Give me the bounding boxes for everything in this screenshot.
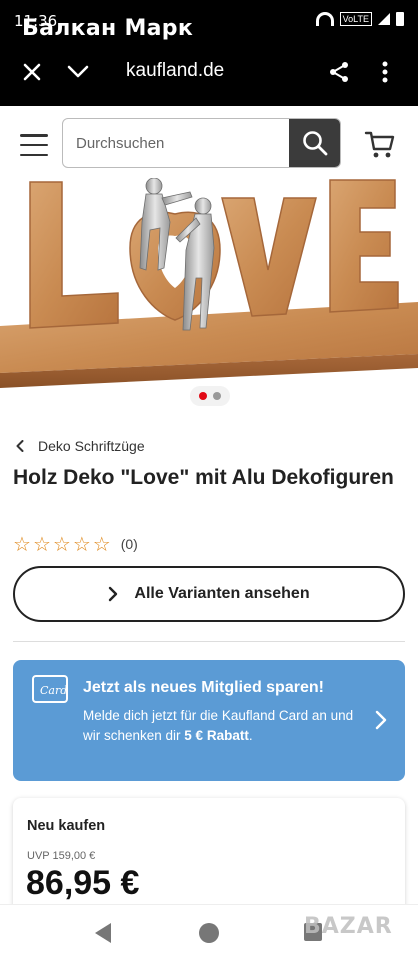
more-options-button[interactable] [371, 58, 399, 86]
url-bar: kaufland.de [0, 48, 418, 96]
menu-icon-line [20, 143, 48, 147]
all-variants-button[interactable]: Alle Varianten ansehen [13, 566, 405, 622]
buy-new-label: Neu kaufen [27, 818, 106, 834]
kaufland-card-icon: Card [32, 675, 68, 703]
close-tab-button[interactable] [18, 58, 46, 86]
app-title: Балкан Марк [22, 16, 194, 41]
rating-count: (0) [120, 536, 138, 552]
nav-home-button[interactable] [199, 923, 219, 943]
product-title: Holz Deko "Love" mit Alu Dekofiguren [13, 466, 394, 489]
gallery-dot[interactable] [213, 392, 221, 400]
product-image [0, 178, 418, 388]
site-header [0, 106, 418, 178]
share-icon [330, 62, 348, 82]
promo-body-end: . [248, 728, 253, 743]
signal-icon [378, 13, 390, 25]
promo-text: Jetzt als neues Mitglied sparen! Melde d… [83, 676, 373, 746]
star-icon: ☆ [32, 532, 51, 556]
cart-icon [364, 131, 395, 158]
menu-button[interactable] [20, 134, 48, 156]
chevron-left-icon [16, 440, 24, 452]
browser-header: 11:36 Балкан Марк VoLTE kaufland.de [0, 0, 418, 106]
uvp-price: UVP 159,00 € [27, 850, 96, 862]
product-details: Deko Schriftzüge Holz Deko "Love" mit Al… [0, 418, 418, 918]
chevron-down-icon [67, 65, 89, 78]
menu-icon-line [20, 153, 48, 156]
product-image-gallery[interactable] [0, 178, 418, 418]
star-icon: ☆ [92, 532, 111, 556]
battery-icon [396, 12, 404, 26]
divider [13, 641, 405, 642]
gallery-dot-active[interactable] [199, 392, 207, 400]
menu-icon-line [20, 134, 48, 137]
star-icon: ☆ [72, 532, 91, 556]
breadcrumb[interactable]: Deko Schriftzüge [16, 438, 145, 454]
promo-headline: Jetzt als neues Mitglied sparen! [83, 679, 324, 696]
star-icon: ☆ [52, 532, 71, 556]
bazar-watermark: BAZAR [304, 914, 393, 939]
promo-discount: 5 € Rabatt [184, 728, 249, 743]
chevron-right-icon [375, 710, 387, 730]
buy-box: Neu kaufen UVP 159,00 € 86,95 € [13, 798, 405, 918]
promo-body: Melde dich jetzt für die Kaufland Card a… [83, 706, 373, 746]
search-input[interactable] [63, 119, 289, 167]
search-button[interactable] [289, 119, 340, 167]
wifi-icon [315, 12, 334, 26]
kaufland-card-promo[interactable]: Card Jetzt als neues Mitglied sparen! Me… [13, 660, 405, 781]
chevron-right-icon [109, 586, 118, 602]
close-icon [23, 63, 41, 81]
volte-badge: VoLTE [339, 12, 372, 26]
product-price: 86,95 € [26, 864, 140, 902]
breadcrumb-label[interactable]: Deko Schriftzüge [38, 438, 145, 454]
share-button[interactable] [325, 58, 353, 86]
cart-button[interactable] [364, 130, 396, 160]
status-bar: 11:36 Балкан Марк VoLTE [0, 0, 418, 44]
url-text[interactable]: kaufland.de [126, 60, 224, 82]
card-icon-label: Card [40, 684, 67, 697]
search-icon [302, 131, 327, 156]
nav-back-button[interactable] [95, 923, 111, 943]
more-vert-icon [382, 61, 388, 83]
status-icons: VoLTE [315, 12, 404, 26]
search-box [62, 118, 341, 168]
all-variants-label: Alle Varianten ansehen [134, 585, 310, 602]
collapse-button[interactable] [64, 58, 92, 86]
gallery-pagination [190, 386, 230, 406]
product-rating[interactable]: ☆ ☆ ☆ ☆ ☆ (0) [13, 534, 138, 554]
star-icon: ☆ [13, 532, 31, 556]
